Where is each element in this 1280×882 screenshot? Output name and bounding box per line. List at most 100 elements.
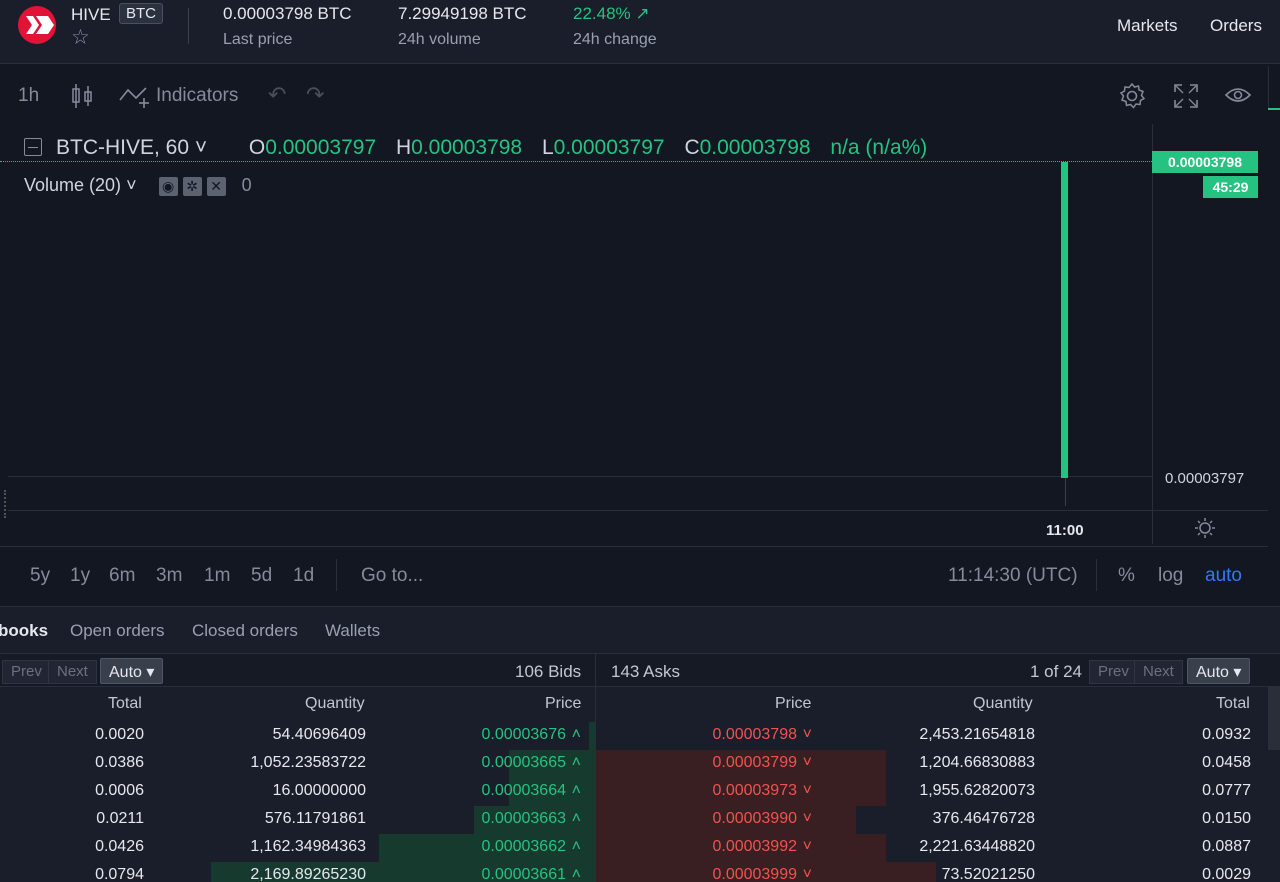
range-3m[interactable]: 3m [156,565,182,587]
tab-closed-orders[interactable]: Closed orders [192,621,298,641]
side-panel-accent [1268,108,1280,110]
range-1d[interactable]: 1d [293,565,314,587]
bids-next-button[interactable]: Next [48,660,97,684]
ask-quantity: 1,955.62820073 [919,782,1035,799]
bid-quantity: 1,052.23583722 [250,754,366,771]
range-5y[interactable]: 5y [30,565,50,587]
pair-quote-badge: BTC [119,3,163,24]
ask-total: 0.0029 [1202,866,1251,882]
chevron-up-icon: ˄ [571,810,581,827]
tab-books[interactable]: books [0,621,48,641]
bids-auto-label: Auto [109,664,142,681]
percent-toggle[interactable]: % [1118,565,1135,587]
scrollbar[interactable] [1268,686,1280,750]
log-toggle[interactable]: log [1158,565,1183,587]
ask-price: 0.00003992 [712,838,797,855]
range-1m[interactable]: 1m [204,565,230,587]
high-value: 0.00003798 [411,136,523,159]
ask-price: 0.00003999 [712,866,797,882]
change-24h-label: 24h change [573,31,657,48]
nav-markets[interactable]: Markets [1117,16,1177,36]
indicators-icon[interactable] [118,84,152,110]
drawing-toolbar-handle[interactable] [0,490,6,518]
price-chart[interactable]: BTC-HIVE, 60 ˅ O0.00003797 H0.00003798 L… [0,124,1268,544]
bid-price: 0.00003662 [481,838,566,855]
change-value: n/a (n/a%) [830,136,928,159]
chevron-down-icon: ˅ [802,866,812,882]
collapse-legend-button[interactable] [24,138,42,156]
range-divider [336,559,337,591]
close-icon[interactable]: ✕ [206,176,226,196]
ask-quantity: 2,221.63448820 [919,838,1035,855]
symbol-interval[interactable]: BTC-HIVE, 60 [56,136,189,159]
orderbook-row[interactable]: 0.0020 54.40696409 0.00003676 ˄ 0.00003798 ˅ 2… [0,722,1280,750]
pane-separator [8,476,1153,477]
undo-icon[interactable]: ↶ [268,82,286,108]
volume-bar [1061,162,1068,478]
side-panel-toggle[interactable] [1268,66,1280,110]
settings-gear-icon[interactable] [1118,82,1146,110]
bids-col-total: Total [108,695,142,712]
volume-study-label[interactable]: Volume (20) [24,175,121,195]
bid-total: 0.0794 [95,866,144,882]
chevron-down-icon: ˅ [802,782,812,799]
asks-col-quantity: Quantity [973,695,1033,712]
last-price-label: Last price [223,31,293,48]
high-label: H [395,136,412,159]
auto-toggle[interactable]: auto [1205,565,1242,587]
theme-toggle-icon[interactable] [1194,517,1216,539]
chevron-up-icon: ˄ [571,726,581,743]
asks-prev-button[interactable]: Prev [1089,660,1138,684]
indicators-button[interactable]: Indicators [156,85,238,107]
candlestick-icon[interactable] [70,82,94,110]
bid-price: 0.00003663 [481,810,566,827]
tab-open-orders[interactable]: Open orders [70,621,165,641]
orderbook-row[interactable]: 0.0386 1,052.23583722 0.00003665 ˄ 0.0000379… [0,750,1280,778]
bid-quantity: 16.00000000 [272,782,366,799]
bottom-panel: books Open orders Closed orders Wallets … [0,606,1280,882]
asks-auto-select[interactable]: Auto ▾ [1187,658,1251,684]
volume-study-legend: Volume (20) ˅ ◉ ✲ ✕ 0 [24,175,252,196]
bids-col-quantity: Quantity [305,695,365,712]
redo-icon[interactable]: ↷ [306,82,324,108]
chevron-down-icon[interactable]: ˅ [189,136,207,159]
ask-quantity: 2,453.21654818 [919,726,1035,743]
nav-orders[interactable]: Orders [1210,16,1262,36]
favorite-star-icon[interactable]: ☆ [71,25,90,50]
pair-base: HIVE [71,5,111,24]
eye-icon[interactable] [1224,85,1252,105]
utc-clock[interactable]: 11:14:30 (UTC) [948,565,1078,587]
tab-wallets[interactable]: Wallets [325,621,380,641]
last-price-value: 0.00003798 BTC [223,4,352,23]
interval-button[interactable]: 1h [18,85,39,107]
orderbook-row[interactable]: 0.0794 2,169.89265230 0.00003661 ˄ 0.0000399… [0,862,1280,882]
chevron-down-icon: ˅ [802,726,812,743]
caret-down-icon: ▾ [1228,664,1242,681]
fullscreen-icon[interactable] [1173,83,1199,109]
asks-next-button[interactable]: Next [1134,660,1183,684]
time-crosshair-tick [1065,478,1066,506]
change-24h-value: 22.48% [573,4,631,23]
gear-icon[interactable]: ✲ [182,176,202,196]
range-1y[interactable]: 1y [70,565,90,587]
ohlc-legend: BTC-HIVE, 60 ˅ O0.00003797 H0.00003798 L… [56,136,941,160]
eye-icon[interactable]: ◉ [158,176,178,196]
last-price-stat: 0.00003798 BTC Last price [223,4,352,49]
bid-total: 0.0426 [95,838,144,855]
caret-down-icon: ▾ [141,664,155,681]
bids-prev-button[interactable]: Prev [2,660,51,684]
ask-total: 0.0150 [1202,810,1251,827]
range-6m[interactable]: 6m [109,565,135,587]
bid-price: 0.00003665 [481,754,566,771]
range-5d[interactable]: 5d [251,565,272,587]
orderbook-row[interactable]: 0.0211 576.11791861 0.00003663 ˄ 0.00003990 ˅… [0,806,1280,834]
orderbook-row[interactable]: 0.0426 1,162.34984363 0.00003662 ˄ 0.0000399… [0,834,1280,862]
chevron-down-icon: ˅ [802,810,812,827]
page-indicator: 1 of 24 [1030,662,1082,681]
ask-quantity: 73.52021250 [941,866,1035,882]
chevron-down-icon[interactable]: ˅ [121,175,137,195]
orderbook-row[interactable]: 0.0006 16.00000000 0.00003664 ˄ 0.00003973 ˅ 1… [0,778,1280,806]
bid-quantity: 576.11791861 [264,810,366,827]
goto-button[interactable]: Go to... [361,565,423,587]
bids-auto-select[interactable]: Auto ▾ [100,658,164,684]
